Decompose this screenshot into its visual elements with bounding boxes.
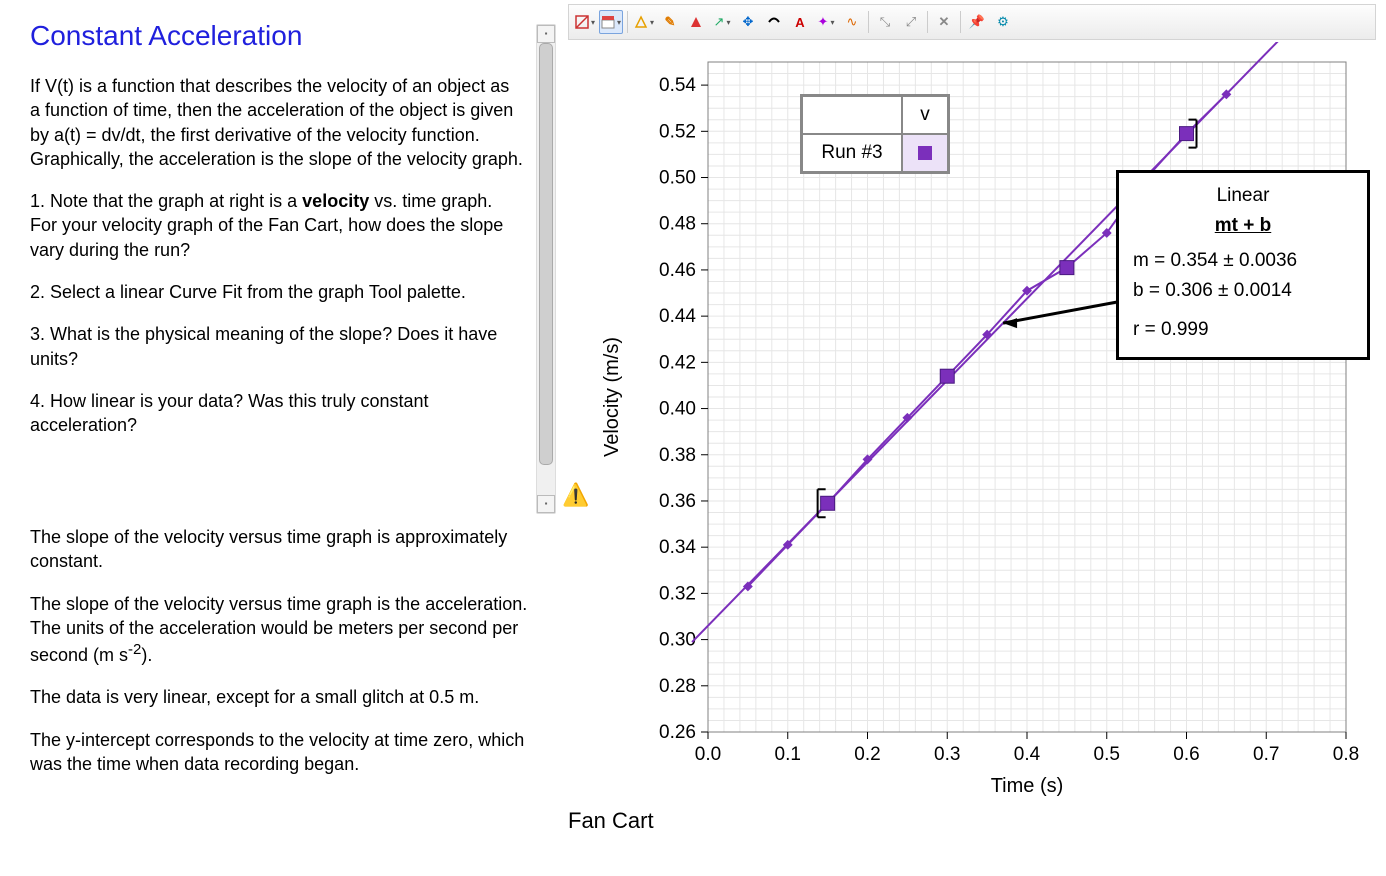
- graph-toolbar: ✎ ↗ ✥ A ✦ ∿ ⤡ ⤢ ✕ 📌 ⚙: [568, 4, 1376, 40]
- svg-text:0.40: 0.40: [659, 399, 696, 420]
- slope-tool-button[interactable]: ↗: [710, 10, 734, 34]
- app-root: ▪ ▪ Constant Acceleration If V(t) is a f…: [0, 0, 1386, 876]
- svg-text:0.6: 0.6: [1173, 744, 1199, 765]
- svg-text:0.44: 0.44: [659, 306, 696, 327]
- legend-run-label[interactable]: Run #3: [802, 134, 902, 172]
- answer-2: The slope of the velocity versus time gr…: [30, 592, 546, 668]
- legend-blank: [802, 96, 902, 134]
- svg-text:0.50: 0.50: [659, 168, 696, 189]
- instructions-pane: ▪ ▪ Constant Acceleration If V(t) is a f…: [0, 0, 560, 876]
- q1-part-a: 1. Note that the graph at right is a: [30, 191, 302, 211]
- toolbar-divider: [627, 11, 628, 33]
- zoom-in-button[interactable]: ⤡: [873, 10, 897, 34]
- svg-text:0.38: 0.38: [659, 445, 696, 466]
- warning-icon: ⚠️: [562, 482, 589, 508]
- svg-text:0.30: 0.30: [659, 630, 696, 651]
- fit-r: r = 0.999: [1133, 315, 1353, 345]
- toolbar-divider: [868, 11, 869, 33]
- svg-text:0.52: 0.52: [659, 121, 696, 142]
- svg-text:0.3: 0.3: [934, 744, 960, 765]
- svg-text:0.7: 0.7: [1253, 744, 1279, 765]
- curve-fit-button[interactable]: ∿: [840, 10, 864, 34]
- data-select-button[interactable]: [632, 10, 656, 34]
- svg-text:0.26: 0.26: [659, 722, 696, 743]
- answer-4: The y-intercept corresponds to the veloc…: [30, 728, 546, 777]
- select-range-button[interactable]: [762, 10, 786, 34]
- svg-text:0.36: 0.36: [659, 491, 696, 512]
- q1-bold: velocity: [302, 191, 369, 211]
- question-4: 4. How linear is your data? Was this tru…: [30, 389, 524, 438]
- chart-legend[interactable]: v Run #3: [800, 94, 950, 174]
- svg-text:0.8: 0.8: [1333, 744, 1359, 765]
- svg-text:0.28: 0.28: [659, 676, 696, 697]
- answer-1: The slope of the velocity versus time gr…: [30, 525, 546, 574]
- svg-text:0.4: 0.4: [1014, 744, 1041, 765]
- answer-3: The data is very linear, except for a sm…: [30, 685, 546, 709]
- display-options-button[interactable]: [599, 10, 623, 34]
- intro-paragraph: If V(t) is a function that describes the…: [30, 74, 524, 171]
- svg-text:0.46: 0.46: [659, 260, 696, 281]
- svg-text:0.34: 0.34: [659, 537, 696, 558]
- svg-text:0.54: 0.54: [659, 75, 696, 96]
- svg-text:0.1: 0.1: [775, 744, 801, 765]
- settings-button[interactable]: ⚙: [991, 10, 1015, 34]
- annotation-button[interactable]: A: [788, 10, 812, 34]
- question-1: 1. Note that the graph at right is a vel…: [30, 189, 524, 262]
- legend-v-label: v: [902, 96, 948, 134]
- svg-text:0.48: 0.48: [659, 214, 696, 235]
- svg-text:0.32: 0.32: [659, 583, 696, 604]
- chart-caption: Fan Cart: [568, 808, 1376, 834]
- question-3: 3. What is the physical meaning of the s…: [30, 322, 524, 371]
- draw-prediction-button[interactable]: ✎: [658, 10, 682, 34]
- toolbar-divider: [927, 11, 928, 33]
- delete-button[interactable]: ✕: [932, 10, 956, 34]
- delta-tool-button[interactable]: [684, 10, 708, 34]
- svg-text:0.42: 0.42: [659, 352, 696, 373]
- svg-text:0.5: 0.5: [1094, 744, 1120, 765]
- fit-slope: m = 0.354 ± 0.0036: [1133, 246, 1353, 276]
- question-2: 2. Select a linear Curve Fit from the gr…: [30, 280, 524, 304]
- toolbar-divider: [960, 11, 961, 33]
- fit-type: Linear: [1133, 181, 1353, 211]
- svg-text:0.0: 0.0: [695, 744, 721, 765]
- svg-text:Time (s): Time (s): [991, 775, 1064, 797]
- curve-fit-box[interactable]: Linear mt + b m = 0.354 ± 0.0036 b = 0.3…: [1116, 170, 1370, 360]
- fit-formula: mt + b: [1133, 211, 1353, 241]
- page-title: Constant Acceleration: [30, 20, 524, 52]
- rescale-button[interactable]: [573, 10, 597, 34]
- pin-button[interactable]: 📌: [965, 10, 989, 34]
- coordinates-tool-button[interactable]: ✥: [736, 10, 760, 34]
- statistics-button[interactable]: ✦: [814, 10, 838, 34]
- svg-text:Velocity (m/s): Velocity (m/s): [601, 337, 623, 457]
- velocity-time-chart[interactable]: 0.0 0.1 0.2 0.3 0.4 0.5 0.6 0.7 0.8 0.26 0.28 0.30 0…: [568, 42, 1366, 802]
- instructions-scroll-area: Constant Acceleration If V(t) is a funct…: [30, 20, 550, 515]
- answers-pane: The slope of the velocity versus time gr…: [30, 515, 550, 776]
- legend-swatch-cell[interactable]: [902, 134, 948, 172]
- fit-intercept: b = 0.306 ± 0.0014: [1133, 276, 1353, 306]
- graph-pane: ✎ ↗ ✥ A ✦ ∿ ⤡ ⤢ ✕ 📌 ⚙ ⚠️ 0.0 0.1 0.2 0.3 0.4…: [560, 0, 1386, 876]
- legend-swatch: [918, 146, 932, 160]
- svg-text:0.2: 0.2: [854, 744, 880, 765]
- plot-area[interactable]: ⚠️ 0.00.10.20.30.40.50.60.70.80.260.280.…: [568, 42, 1366, 802]
- zoom-out-button[interactable]: ⤢: [899, 10, 923, 34]
